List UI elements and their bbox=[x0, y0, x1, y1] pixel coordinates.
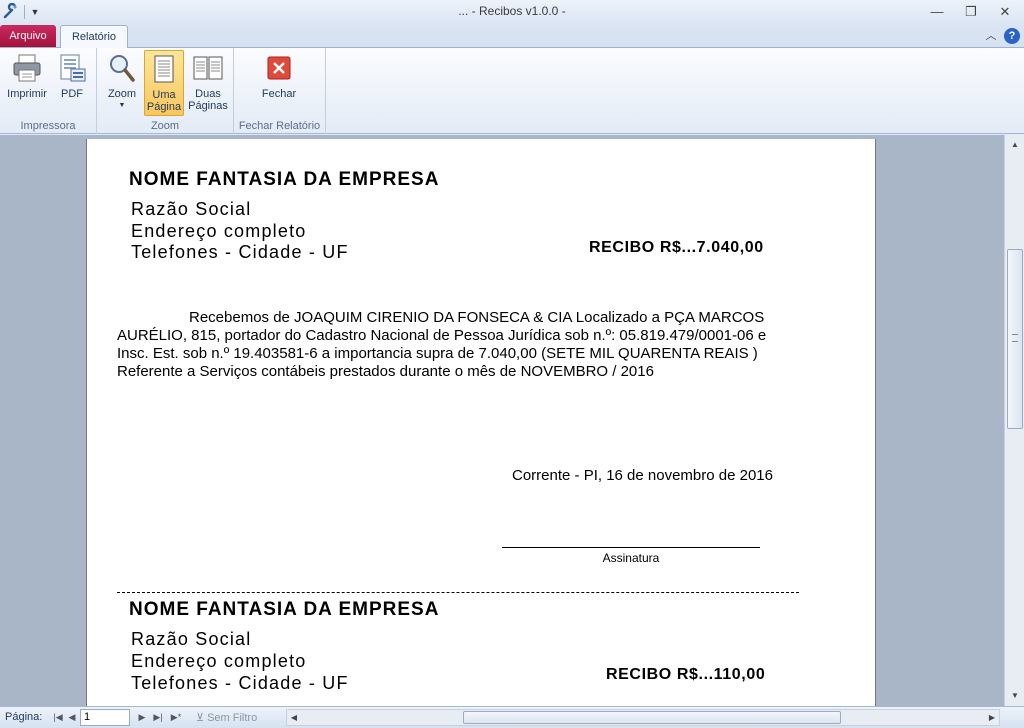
receipt-1-signature-line bbox=[502, 547, 760, 548]
two-pages-button[interactable]: Duas Páginas bbox=[187, 50, 229, 112]
vertical-scrollbar[interactable]: ▲ ▼ bbox=[1004, 135, 1024, 706]
close-report-label: Fechar bbox=[261, 88, 297, 100]
group-impressora: Imprimir PDF Impressora bbox=[0, 48, 97, 134]
new-record-icon[interactable]: ▶* bbox=[170, 710, 182, 725]
minimize-button[interactable]: — bbox=[924, 2, 950, 22]
previous-page-icon[interactable]: ◀ bbox=[66, 710, 78, 725]
receipt-1-amount: RECIBO R$...7.040,00 bbox=[589, 239, 764, 256]
next-page-icon[interactable]: ▶ bbox=[136, 710, 148, 725]
filter-label: Sem Filtro bbox=[207, 712, 258, 724]
group-fechar-relatorio: Fechar Fechar Relatório bbox=[234, 48, 326, 134]
receipt-2-amount: RECIBO R$...110,00 bbox=[606, 666, 766, 683]
one-page-button[interactable]: Uma Página bbox=[144, 50, 184, 116]
last-page-icon[interactable]: ▶| bbox=[152, 710, 164, 725]
scroll-grip bbox=[1012, 334, 1018, 342]
report-viewer: NOME FANTASIA DA EMPRESA Razão Social En… bbox=[0, 135, 1004, 706]
horizontal-scrollbar[interactable]: ◀ ▶ bbox=[286, 709, 1000, 726]
two-pages-label-line1: Duas bbox=[195, 88, 221, 100]
filter-icon: ⊻ bbox=[196, 712, 205, 724]
receipt-2-company: NOME FANTASIA DA EMPRESA bbox=[129, 599, 440, 620]
close-report-icon bbox=[267, 56, 291, 80]
group-zoom: Zoom ▼ Uma Página Duas Páginas Zoom bbox=[97, 48, 234, 134]
one-page-label-line2: Página bbox=[146, 101, 182, 113]
ribbon: Imprimir PDF Impressora Zoom ▼ Uma Págin… bbox=[0, 48, 1024, 134]
receipt-separator bbox=[117, 592, 799, 593]
receipt-1-date: Corrente - PI, 16 de novembro de 2016 bbox=[512, 467, 773, 484]
receipt-1-signature-label: Assinatura bbox=[602, 551, 660, 565]
pdf-icon bbox=[60, 54, 86, 82]
one-page-label-line1: Uma bbox=[152, 89, 176, 101]
filter-status[interactable]: ⊻ Sem Filtro bbox=[196, 711, 257, 724]
zoom-button-label: Zoom bbox=[107, 88, 137, 100]
help-button[interactable]: ? bbox=[1004, 28, 1020, 44]
printer-icon bbox=[13, 54, 41, 82]
receipt-2-address: Endereço completo bbox=[131, 651, 307, 671]
print-button[interactable]: Imprimir bbox=[4, 50, 50, 100]
vertical-scroll-thumb[interactable] bbox=[1007, 249, 1023, 429]
window-title: ... - Recibos v1.0.0 - bbox=[458, 4, 566, 18]
receipt-1-body: Recebemos de JOAQUIM CIRENIO DA FONSECA … bbox=[117, 309, 767, 380]
page-number-input[interactable]: 1 bbox=[80, 709, 130, 726]
zoom-button[interactable]: Zoom ▼ bbox=[103, 50, 141, 112]
two-pages-label-line2: Páginas bbox=[188, 100, 228, 112]
receipt-1-company: NOME FANTASIA DA EMPRESA bbox=[129, 169, 440, 190]
scroll-up-icon[interactable]: ▲ bbox=[1007, 137, 1023, 153]
report-page: NOME FANTASIA DA EMPRESA Razão Social En… bbox=[86, 139, 876, 706]
tab-arquivo[interactable]: Arquivo bbox=[0, 25, 56, 47]
receipt-1-legal-name: Razão Social bbox=[131, 199, 252, 219]
print-button-label: Imprimir bbox=[7, 88, 47, 100]
scroll-left-icon[interactable]: ◀ bbox=[287, 710, 301, 725]
receipt-1-phones: Telefones - Cidade - UF bbox=[131, 242, 349, 262]
group-label-impressora: Impressora bbox=[20, 120, 76, 132]
close-window-button[interactable]: ✕ bbox=[992, 2, 1018, 22]
group-label-zoom: Zoom bbox=[150, 120, 180, 132]
group-label-fechar-relatorio: Fechar Relatório bbox=[238, 120, 321, 132]
page-label: Página: bbox=[5, 711, 43, 723]
receipt-2-legal-name: Razão Social bbox=[131, 629, 252, 649]
magnifier-icon bbox=[110, 55, 135, 82]
collapse-ribbon-icon[interactable]: ︿ bbox=[984, 28, 998, 44]
scroll-right-icon[interactable]: ▶ bbox=[985, 710, 999, 725]
two-pages-icon bbox=[193, 56, 223, 80]
pdf-button-label: PDF bbox=[61, 88, 83, 100]
tab-relatorio[interactable]: Relatório bbox=[60, 25, 128, 49]
status-bar: Página: |◀ ◀ 1 ▶ ▶| ▶* ⊻ Sem Filtro ◀ ▶ bbox=[0, 706, 1024, 728]
pdf-button[interactable]: PDF bbox=[52, 50, 92, 100]
receipt-1-address: Endereço completo bbox=[131, 221, 307, 241]
zoom-dropdown-icon: ▼ bbox=[118, 102, 126, 109]
horizontal-scroll-thumb[interactable] bbox=[463, 711, 841, 724]
close-report-button[interactable]: Fechar bbox=[254, 50, 304, 100]
one-page-icon bbox=[154, 55, 174, 83]
restore-button[interactable]: ❐ bbox=[958, 2, 984, 22]
first-page-icon[interactable]: |◀ bbox=[52, 710, 64, 725]
receipt-2-phones: Telefones - Cidade - UF bbox=[131, 673, 349, 693]
title-bar: ▼ ... - Recibos v1.0.0 - — ❐ ✕ bbox=[0, 0, 1024, 24]
ribbon-tab-row: Arquivo Relatório ︿ ? bbox=[0, 24, 1024, 49]
scroll-down-icon[interactable]: ▼ bbox=[1007, 688, 1023, 704]
